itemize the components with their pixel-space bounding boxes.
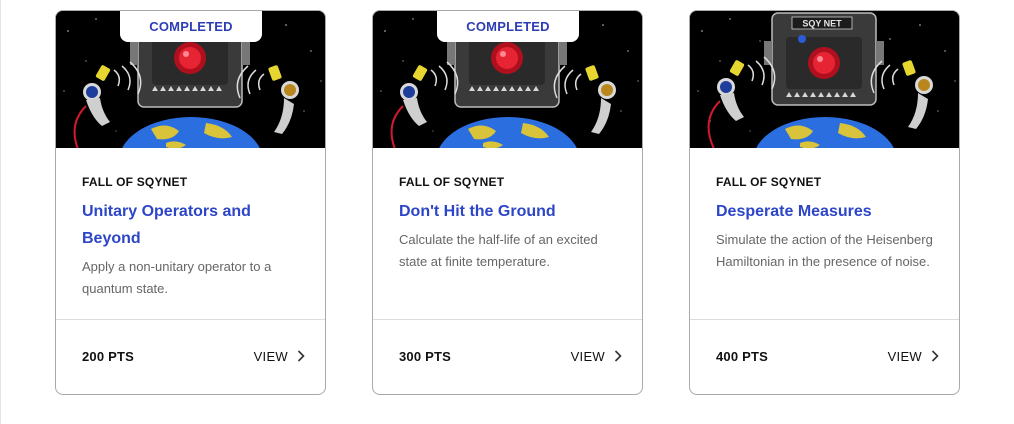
challenge-card[interactable]: COMPLETED FALL OF SQYNET Unitary Operato… <box>55 10 326 395</box>
view-button[interactable]: VIEW <box>888 349 939 364</box>
card-divider <box>56 319 325 320</box>
points-label: 300 PTS <box>399 348 451 364</box>
completed-badge: COMPLETED <box>437 11 579 42</box>
challenge-title[interactable]: Don't Hit the Ground <box>399 198 624 225</box>
challenge-title[interactable]: Desperate Measures <box>716 198 941 225</box>
view-button[interactable]: VIEW <box>571 349 622 364</box>
challenge-artwork: COMPLETED <box>373 11 642 148</box>
series-label: FALL OF SQYNET <box>82 175 188 189</box>
view-label: VIEW <box>570 348 605 364</box>
series-label: FALL OF SQYNET <box>716 175 822 189</box>
points-label: 400 PTS <box>716 348 768 364</box>
points-label: 200 PTS <box>82 348 134 364</box>
view-label: VIEW <box>887 348 922 364</box>
chevron-right-icon <box>297 350 305 362</box>
challenge-artwork: COMPLETED <box>56 11 325 148</box>
completed-badge: COMPLETED <box>120 11 262 42</box>
chevron-right-icon <box>931 350 939 362</box>
challenge-card[interactable]: SQY NET FALL OF SQYNET Desperate Measure… <box>689 10 960 395</box>
robot-astronauts-earth-illustration: SQY NET <box>690 11 959 148</box>
challenge-description: Apply a non-unitary operator to a quantu… <box>82 259 272 296</box>
challenge-description: Calculate the half-life of an excited st… <box>399 232 598 269</box>
robot-label-text: SQY NET <box>802 19 842 29</box>
card-divider <box>373 319 642 320</box>
view-label: VIEW <box>253 348 288 364</box>
series-label: FALL OF SQYNET <box>399 175 505 189</box>
challenge-title[interactable]: Unitary Operators and Beyond <box>82 198 307 252</box>
challenge-card-grid: COMPLETED FALL OF SQYNET Unitary Operato… <box>0 0 1014 424</box>
challenge-card[interactable]: COMPLETED FALL OF SQYNET Don't Hit the G… <box>372 10 643 395</box>
view-button[interactable]: VIEW <box>254 349 305 364</box>
challenge-artwork: SQY NET <box>690 11 959 148</box>
chevron-right-icon <box>614 350 622 362</box>
challenge-description: Simulate the action of the Heisenberg Ha… <box>716 232 933 269</box>
card-divider <box>690 319 959 320</box>
